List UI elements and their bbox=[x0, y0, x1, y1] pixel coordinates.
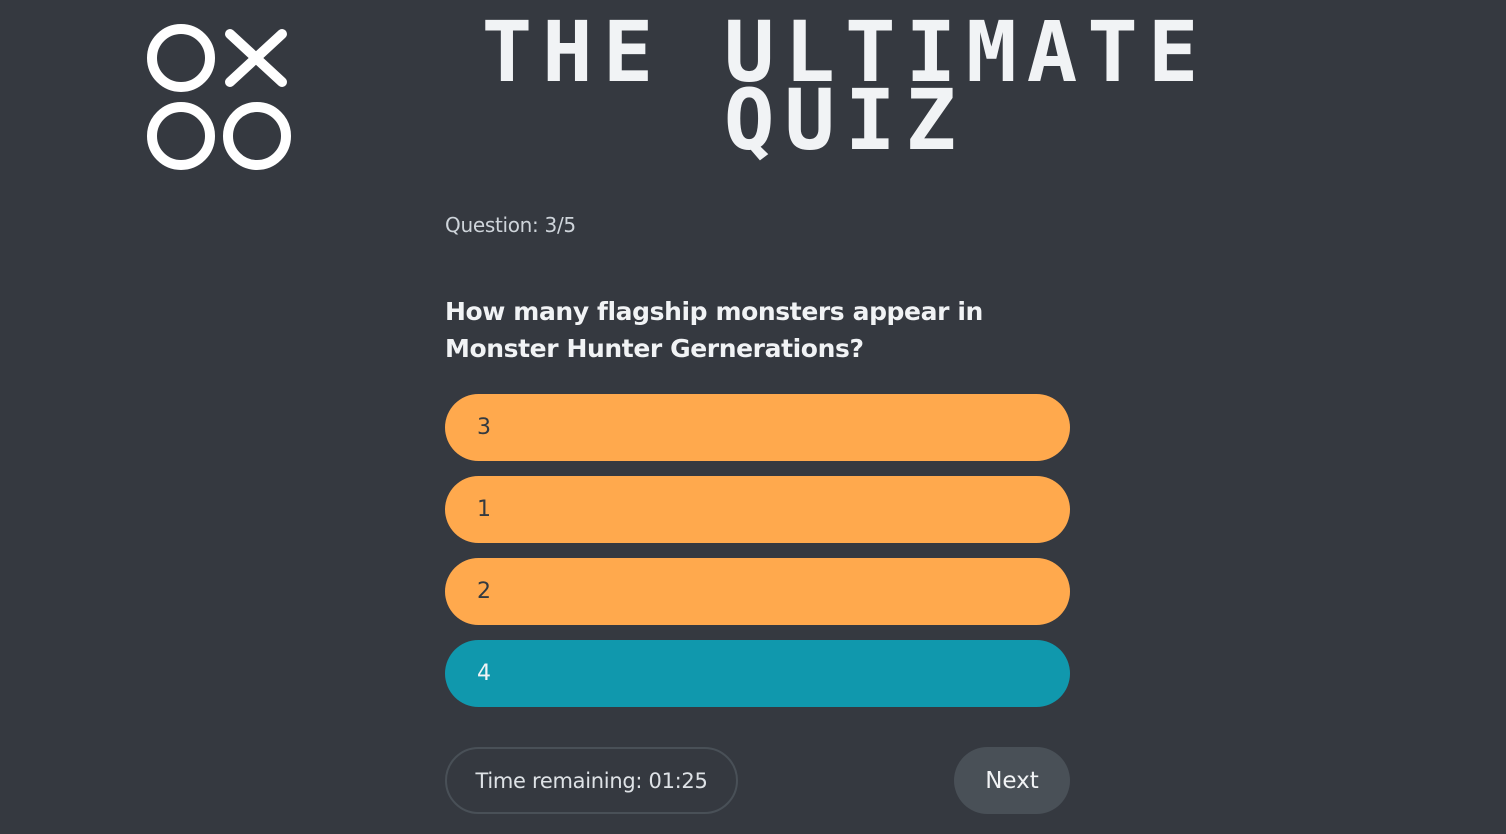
tic-tac-toe-logo-icon bbox=[147, 24, 291, 170]
question-text: How many flagship monsters appear in Mon… bbox=[445, 297, 983, 363]
answer-option-label: 3 bbox=[477, 415, 491, 440]
answer-option-3[interactable]: 2 bbox=[445, 558, 1070, 625]
logo-circle-bottom-left bbox=[147, 102, 215, 170]
logo-circle-bottom-right bbox=[223, 102, 291, 170]
answer-option-1[interactable]: 3 bbox=[445, 394, 1070, 461]
page-title: THE ULTIMATE QUIZ bbox=[420, 10, 1270, 162]
question-counter: Question: 3/5 bbox=[445, 213, 576, 237]
answer-options: 3 1 2 4 bbox=[445, 394, 1070, 707]
time-remaining: Time remaining: 01:25 bbox=[445, 747, 738, 814]
answer-option-label: 4 bbox=[477, 661, 491, 686]
answer-option-label: 2 bbox=[477, 579, 491, 604]
answer-option-2[interactable]: 1 bbox=[445, 476, 1070, 543]
answer-option-4[interactable]: 4 bbox=[445, 640, 1070, 707]
title-line-2: QUIZ bbox=[723, 71, 967, 169]
next-button[interactable]: Next bbox=[954, 747, 1070, 814]
logo-circle-top-left bbox=[147, 24, 215, 92]
answer-option-label: 1 bbox=[477, 497, 491, 522]
